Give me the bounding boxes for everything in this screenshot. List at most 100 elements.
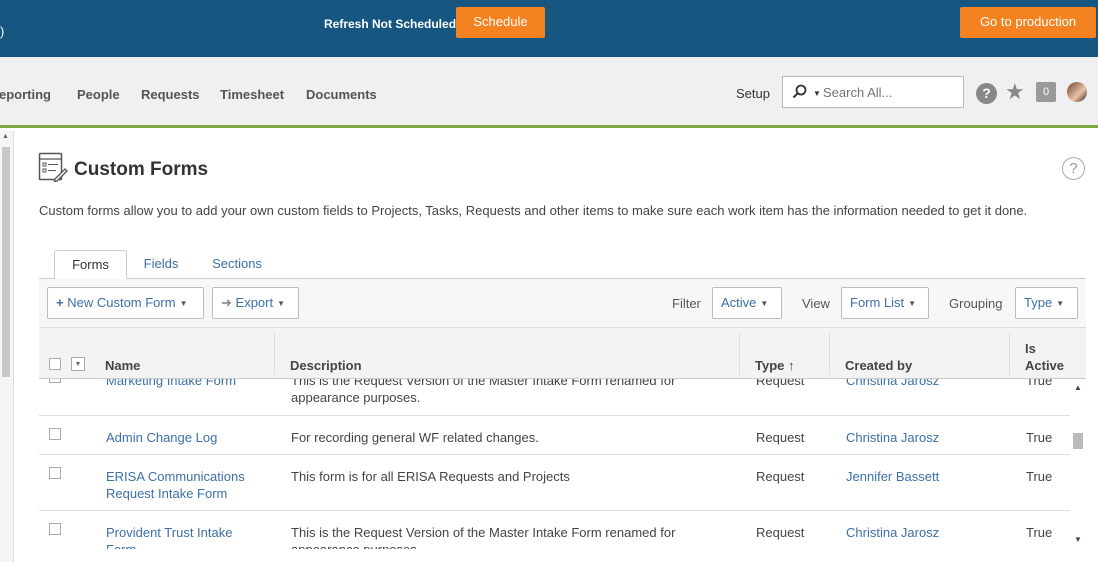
page-help-icon[interactable]: ? [1062,157,1085,180]
column-header-description[interactable]: Description [290,358,362,373]
select-all-checkbox[interactable] [49,358,61,370]
column-divider [739,333,740,375]
export-label: Export [235,295,274,310]
page-description: Custom forms allow you to add your own c… [39,203,1028,218]
nav-item-timesheet[interactable]: Timesheet [220,87,284,102]
banner-edge-text: ) [0,24,5,39]
view-value: Form List [850,295,905,310]
column-header-name[interactable]: Name [105,358,140,373]
column-header-created-by[interactable]: Created by [845,358,912,373]
filter-label: Filter [672,296,701,311]
chevron-down-icon: ▼ [179,298,188,308]
notifications-badge[interactable]: 0 [1036,82,1056,102]
select-options-chevron-icon[interactable]: ▼ [71,357,85,371]
search-scope-caret-icon[interactable]: ▼ [813,89,821,98]
scroll-down-icon[interactable]: ▼ [1074,535,1082,544]
help-icon[interactable]: ? [976,83,997,104]
filter-value: Active [721,295,757,310]
page-title: Custom Forms [74,159,209,180]
form-name-link[interactable]: Admin Change Log [106,429,266,446]
chevron-down-icon: ▼ [760,298,769,308]
nav-item-documents[interactable]: Documents [306,87,377,102]
table-scrollbar[interactable]: ▲ ▼ [1070,379,1086,549]
form-type: Request [756,379,805,388]
nav-item-people[interactable]: People [77,87,120,102]
nav-item-reporting[interactable]: eporting [0,87,51,102]
search-box[interactable]: ▼ [782,76,964,108]
row-checkbox[interactable] [49,523,61,535]
form-name-link[interactable]: Marketing Intake Form [106,379,266,389]
custom-forms-icon [38,152,68,187]
new-custom-form-label: New Custom Form [67,295,176,310]
table-row[interactable]: ERISA Communications Request Intake Form… [39,455,1071,511]
user-avatar[interactable] [1067,82,1087,102]
scroll-up-icon[interactable]: ▲ [1074,383,1082,392]
form-name-link[interactable]: Provident Trust Intake Form [106,524,266,549]
refresh-status-label: Refresh Not Scheduled: [324,17,461,31]
sort-ascending-icon: ↑ [788,358,795,373]
view-label: View [802,296,830,311]
tab-forms[interactable]: Forms [54,250,127,280]
search-icon[interactable] [792,84,808,105]
plus-icon: + [56,295,64,310]
table-header: ▼ Name Description Type ↑ Created by Is … [39,327,1086,379]
form-description: This is the Request Version of the Maste… [291,525,676,549]
scroll-up-icon[interactable]: ▲ [2,133,9,140]
setup-link[interactable]: Setup [736,86,770,101]
page-scrollbar[interactable]: ▲ [0,131,14,562]
nav-item-requests[interactable]: Requests [141,87,200,102]
top-banner: ) Refresh Not Scheduled: Schedule Go to … [0,0,1098,57]
form-type: Request [756,525,805,540]
column-header-is-active[interactable]: Is Active [1025,340,1075,374]
column-header-type-label: Type [755,358,785,373]
created-by-link[interactable]: Christina Jarosz [846,379,939,389]
tab-fields[interactable]: Fields [134,250,188,279]
is-active-value: True [1026,525,1053,540]
row-checkbox[interactable] [49,467,61,479]
form-type: Request [756,469,805,484]
page-scrollbar-thumb[interactable] [2,147,10,377]
export-button[interactable]: ➜ Export ▼ [212,287,299,319]
form-description: This is the Request Version of the Maste… [291,379,676,405]
forms-toolbar: + New Custom Form ▼ ➜ Export ▼ Filter Acti… [39,279,1086,327]
new-custom-form-button[interactable]: + New Custom Form ▼ [47,287,204,319]
main-content: Custom Forms ? Custom forms allow you to… [15,131,1098,562]
schedule-button[interactable]: Schedule [456,7,545,38]
filter-dropdown[interactable]: Active ▼ [712,287,782,319]
is-active-value: True [1026,379,1053,388]
tab-bar: Forms Fields Sections [39,250,1086,280]
table-body: Marketing Intake Form This is the Reques… [39,379,1086,549]
chevron-down-icon: ▼ [908,298,917,308]
row-checkbox[interactable] [49,379,61,383]
tab-sections[interactable]: Sections [202,250,272,279]
table-scrollbar-thumb[interactable] [1073,433,1083,449]
created-by-link[interactable]: Christina Jarosz [846,429,939,446]
column-divider [274,333,275,375]
form-description: For recording general WF related changes… [291,430,539,445]
form-name-link[interactable]: ERISA Communications Request Intake Form [106,468,266,502]
chevron-down-icon: ▼ [277,298,286,308]
grouping-label: Grouping [949,296,1003,311]
column-divider [829,333,830,375]
table-row[interactable]: Marketing Intake Form This is the Reques… [39,379,1071,416]
created-by-link[interactable]: Jennifer Bassett [846,468,939,485]
go-to-production-button[interactable]: Go to production [960,7,1096,38]
column-header-type[interactable]: Type ↑ [755,358,795,373]
table-row[interactable]: Provident Trust Intake Form This is the … [39,511,1071,549]
favorites-star-icon[interactable]: ★ [1005,79,1025,105]
view-dropdown[interactable]: Form List ▼ [841,287,929,319]
form-type: Request [756,430,805,445]
is-active-value: True [1026,469,1053,484]
chevron-down-icon: ▼ [1056,298,1065,308]
search-input[interactable] [823,85,953,100]
grouping-dropdown[interactable]: Type ▼ [1015,287,1078,319]
grouping-value: Type [1024,295,1053,310]
is-active-value: True [1026,430,1053,445]
row-checkbox[interactable] [49,428,61,440]
column-divider [1009,333,1010,375]
export-arrow-icon: ➜ [221,295,232,310]
table-row[interactable]: Admin Change Log For recording general W… [39,416,1071,455]
form-description: This form is for all ERISA Requests and … [291,469,570,484]
created-by-link[interactable]: Christina Jarosz [846,524,939,541]
main-nav: eporting People Requests Timesheet Docum… [0,57,1098,128]
